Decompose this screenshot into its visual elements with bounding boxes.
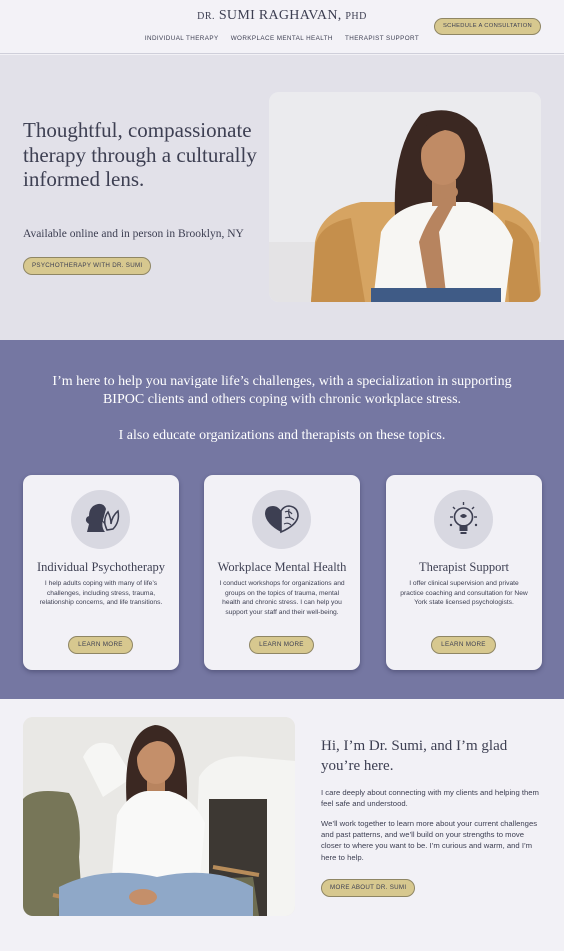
- service-title: Individual Psychotherapy: [36, 560, 166, 574]
- lightbulb-icon: [434, 490, 493, 549]
- head-flower-icon: [71, 490, 130, 549]
- schedule-consultation-button[interactable]: SCHEDULE A CONSULTATION: [433, 18, 541, 35]
- service-description: I conduct workshops for organizations an…: [219, 580, 345, 616]
- nav-item-workplace-mental-health[interactable]: WORKPLACE MENTAL HEALTH: [231, 35, 333, 42]
- service-card-individual-psychotherapy: Individual Psychotherapy I help adults c…: [23, 475, 179, 670]
- about-paragraph-1: I care deeply about connecting with my c…: [321, 788, 539, 809]
- about-portrait-photo: [23, 717, 295, 916]
- heart-brain-icon: [252, 490, 311, 549]
- more-about-button[interactable]: MORE ABOUT DR. SUMI: [321, 879, 416, 897]
- main-nav: INDIVIDUAL THERAPY WORKPLACE MENTAL HEAL…: [0, 35, 564, 42]
- nav-item-therapist-support[interactable]: THERAPIST SUPPORT: [345, 35, 419, 42]
- service-description: I help adults coping with many of life’s…: [39, 580, 163, 607]
- about-paragraph-2: We’ll work together to learn more about …: [321, 819, 538, 862]
- hero-title: Thoughtful, compassionate therapy throug…: [23, 118, 257, 191]
- intro-statement: I’m here to help you navigate life’s cha…: [52, 374, 512, 407]
- services-section: I’m here to help you navigate life’s cha…: [0, 340, 564, 699]
- service-card-workplace-mental-health: Workplace Mental Health I conduct worksh…: [204, 475, 360, 670]
- service-title: Workplace Mental Health: [217, 560, 347, 574]
- hero-subtitle: Available online and in person in Brookl…: [23, 228, 244, 240]
- hero-portrait-photo: [269, 92, 541, 302]
- site-header: DR. SUMI RAGHAVAN, PHD INDIVIDUAL THERAP…: [0, 0, 564, 54]
- service-card-therapist-support: Therapist Support I offer clinical super…: [386, 475, 542, 670]
- service-description: I offer clinical supervision and private…: [400, 580, 528, 607]
- service-title: Therapist Support: [419, 560, 509, 574]
- logo-suffix: PHD: [345, 11, 367, 22]
- nav-item-individual-therapy[interactable]: INDIVIDUAL THERAPY: [145, 35, 219, 42]
- learn-more-button[interactable]: LEARN MORE: [68, 636, 133, 654]
- about-title: Hi, I’m Dr. Sumi, and I’m glad you’re he…: [321, 738, 508, 774]
- learn-more-button[interactable]: LEARN MORE: [249, 636, 314, 654]
- intro-education-statement: I also educate organizations and therapi…: [118, 428, 446, 443]
- psychotherapy-button[interactable]: PSYCHOTHERAPY WITH DR. SUMI: [23, 257, 152, 275]
- logo-name: SUMI RAGHAVAN,: [218, 8, 342, 23]
- logo-prefix: DR.: [197, 11, 216, 22]
- hero-section: Thoughtful, compassionate therapy throug…: [0, 55, 564, 340]
- learn-more-button[interactable]: LEARN MORE: [431, 636, 496, 654]
